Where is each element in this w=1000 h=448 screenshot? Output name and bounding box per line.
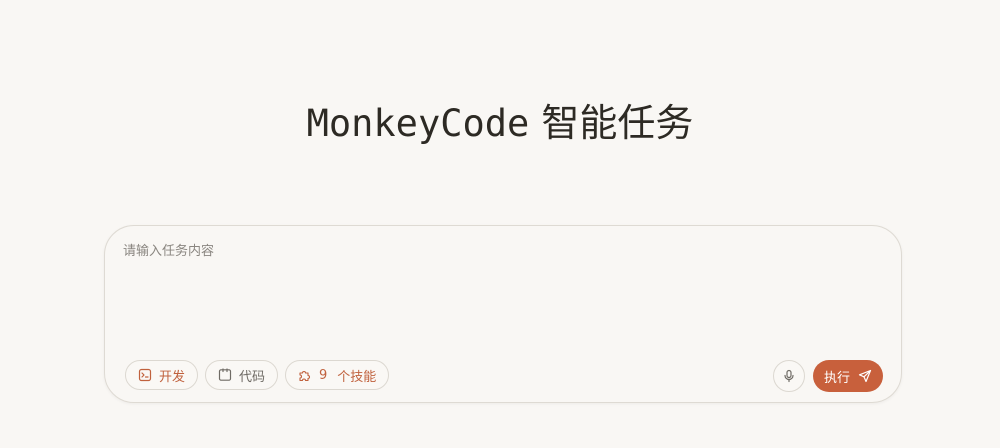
- skills-count: 9: [319, 367, 328, 383]
- send-icon: [858, 369, 872, 383]
- task-composer: 开发 代码 9 个技能 执行: [104, 225, 902, 403]
- task-input[interactable]: [123, 242, 881, 352]
- dev-mode-button[interactable]: 开发: [125, 360, 199, 390]
- code-file-icon: [218, 368, 232, 381]
- brand-name: MonkeyCode: [306, 102, 530, 145]
- skills-label: 个技能: [337, 369, 377, 385]
- code-label: 代码: [239, 369, 266, 385]
- dev-mode-label: 开发: [159, 369, 186, 385]
- code-button[interactable]: 代码: [205, 360, 279, 390]
- run-button[interactable]: 执行: [813, 360, 883, 392]
- run-label: 执行: [823, 369, 850, 385]
- page-subtitle: 智能任务: [541, 101, 694, 145]
- puzzle-icon: [299, 371, 310, 382]
- voice-input-button[interactable]: [773, 360, 805, 392]
- terminal-icon: [138, 368, 152, 382]
- microphone-icon: [784, 369, 794, 383]
- skills-button[interactable]: 9 个技能: [285, 360, 390, 390]
- page-title: MonkeyCode 智能任务: [0, 98, 1000, 149]
